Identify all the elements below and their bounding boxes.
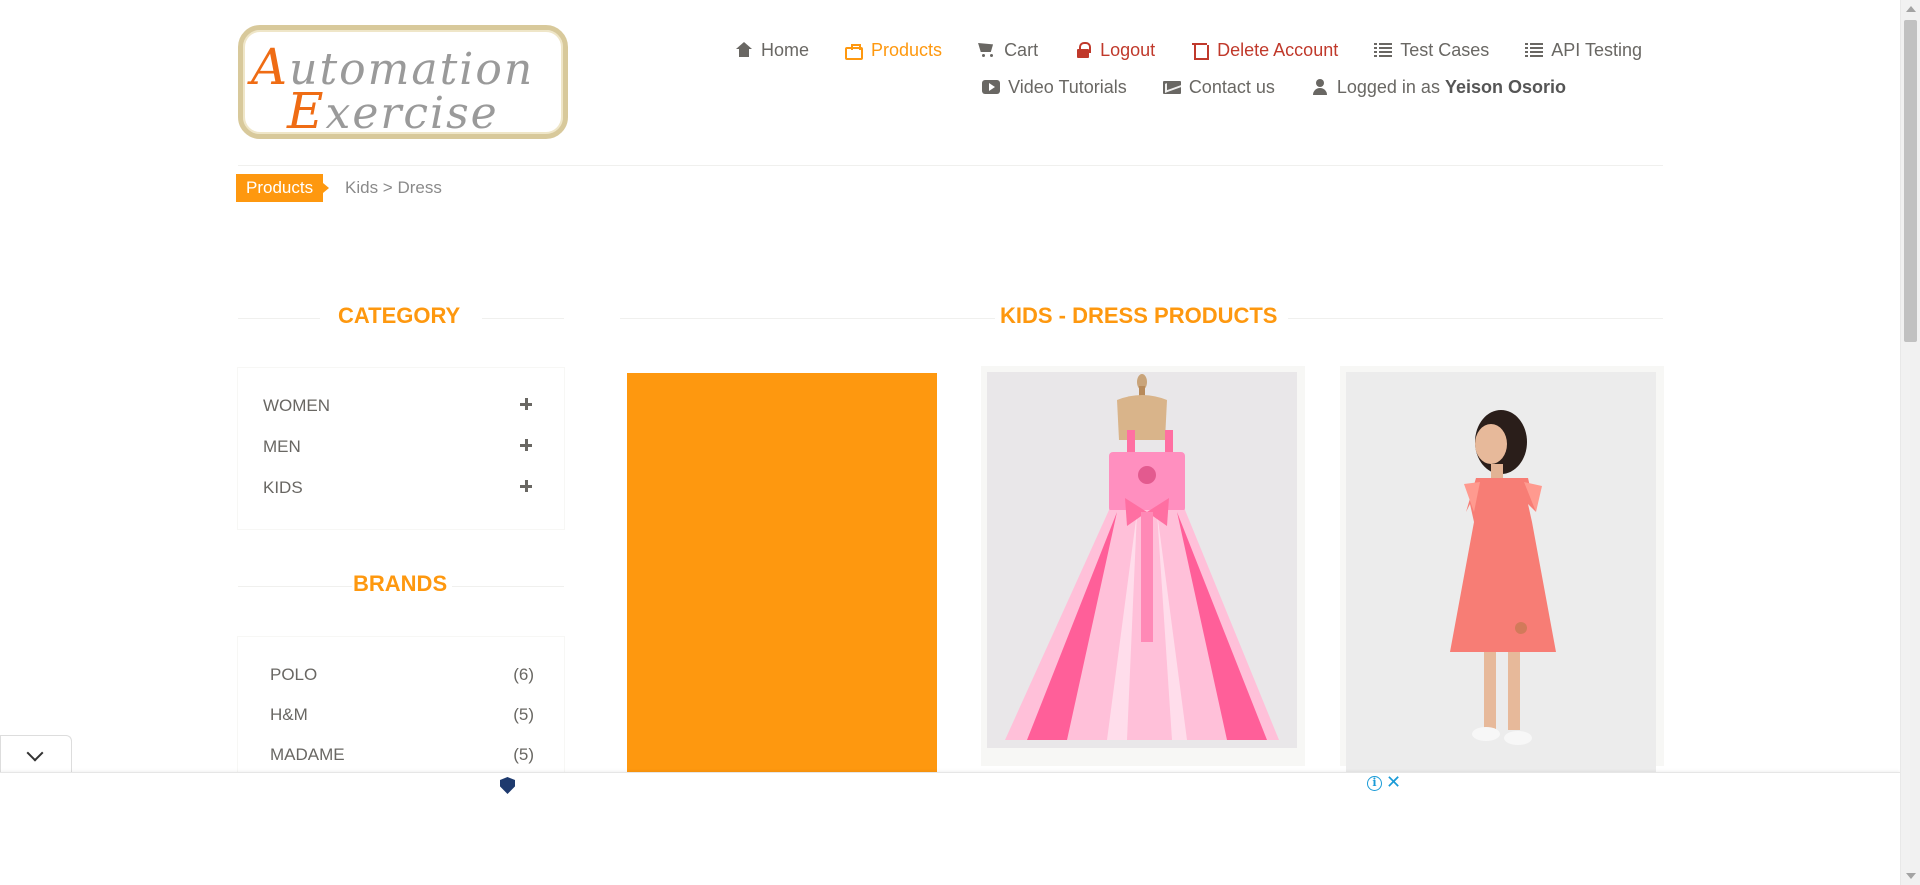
nav-cart[interactable]: Cart (978, 40, 1038, 61)
plus-icon[interactable] (520, 480, 532, 492)
category-rule-left (238, 318, 320, 319)
product-card (1340, 366, 1664, 772)
main-nav: Home Products Cart Logout Delete Account… (682, 38, 1642, 99)
user-icon (1311, 78, 1329, 96)
brand-item[interactable]: POLO (6) (270, 665, 534, 685)
list-icon (1525, 41, 1544, 59)
envelope-icon (1162, 78, 1181, 96)
header-divider (238, 165, 1663, 166)
trash-icon (1191, 41, 1210, 60)
info-icon[interactable]: i (1367, 776, 1382, 791)
product-image (1346, 372, 1656, 772)
product-card (621, 366, 945, 773)
brands-rule-right (452, 586, 564, 587)
ad-slot[interactable] (495, 773, 1405, 885)
category-men[interactable]: MEN (263, 437, 301, 457)
category-kids[interactable]: KIDS (263, 478, 303, 498)
category-women[interactable]: WOMEN (263, 396, 330, 416)
category-panel: WOMEN MEN KIDS (237, 367, 565, 530)
main-title: Kids - Dress Products (1000, 303, 1278, 328)
nav-logged-in-as[interactable]: Logged in as Yeison Osorio (1311, 77, 1566, 98)
brands-panel: POLO (6) H&M (5) MADAME (5) (237, 636, 565, 776)
main-rule-left (620, 318, 995, 319)
nav-video-tutorials[interactable]: Video Tutorials (982, 77, 1127, 98)
nav-contact-us[interactable]: Contact us (1162, 77, 1275, 98)
lock-icon (1074, 41, 1092, 59)
nav-logout[interactable]: Logout (1074, 40, 1155, 61)
plus-icon[interactable] (520, 439, 532, 451)
logged-in-username: Yeison Osorio (1444, 76, 1566, 97)
site-logo[interactable]: Automation Exercise (238, 25, 568, 140)
product-card (981, 366, 1305, 766)
scroll-up-arrow-icon[interactable] (1906, 6, 1916, 12)
scrollbar-thumb[interactable] (1904, 20, 1917, 342)
brands-rule-left (238, 586, 352, 587)
brand-item[interactable]: H&M (5) (270, 705, 534, 725)
category-title: Category (338, 303, 461, 328)
briefcase-icon (845, 43, 864, 60)
nav-home[interactable]: Home (735, 40, 809, 61)
ad-collapse-toggle[interactable] (0, 735, 72, 772)
scroll-down-arrow-icon[interactable] (1906, 873, 1916, 879)
nav-delete-account[interactable]: Delete Account (1191, 40, 1338, 61)
close-icon[interactable]: ✕ (1386, 773, 1402, 791)
cart-icon (978, 41, 996, 59)
product-image (987, 372, 1297, 748)
coral-dress-image (1346, 372, 1656, 772)
category-rule-right (482, 318, 564, 319)
tutu-dress-image (987, 372, 1297, 748)
brand-item[interactable]: MADAME (5) (270, 745, 534, 765)
plus-icon[interactable] (520, 398, 532, 410)
home-icon (735, 41, 753, 59)
main-rule-right (1288, 318, 1663, 319)
chevron-down-icon (26, 744, 44, 762)
breadcrumb-path: Kids > Dress (345, 178, 442, 197)
nav-api-testing[interactable]: API Testing (1525, 40, 1642, 61)
nav-products[interactable]: Products (845, 40, 942, 61)
product-image-placeholder (627, 373, 937, 773)
brands-title: Brands (353, 571, 448, 596)
nav-test-cases[interactable]: Test Cases (1374, 40, 1489, 61)
breadcrumb-products[interactable]: Products (236, 174, 330, 202)
list-icon (1374, 41, 1393, 59)
youtube-icon (982, 78, 1001, 96)
page-scrollbar[interactable] (1900, 0, 1920, 885)
